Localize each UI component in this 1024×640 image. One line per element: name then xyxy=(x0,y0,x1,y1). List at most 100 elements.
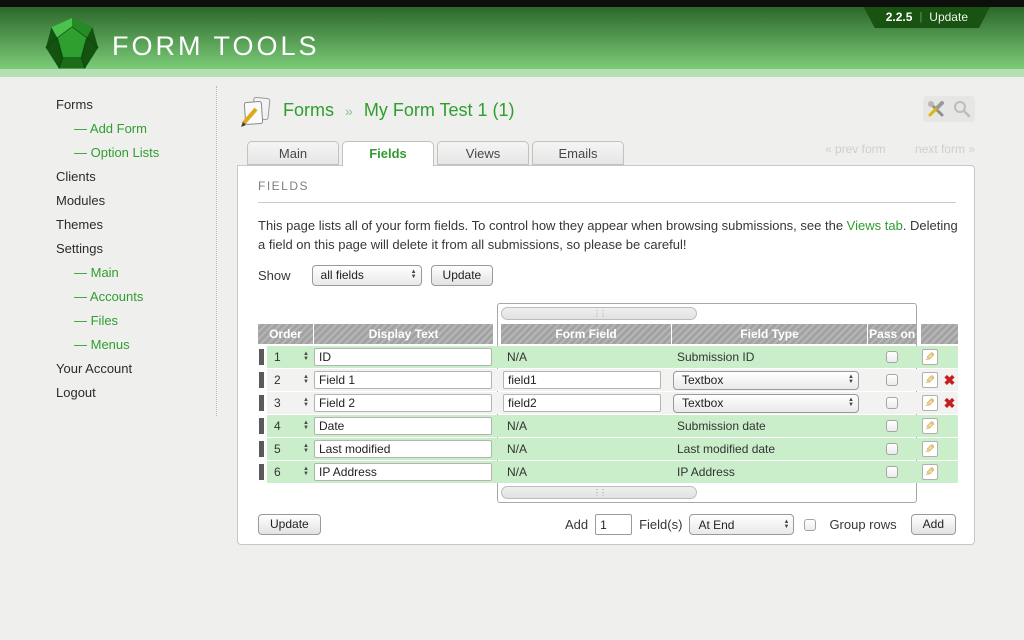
drag-handle[interactable] xyxy=(258,392,267,414)
display-text-input[interactable] xyxy=(314,348,492,366)
drag-handle[interactable] xyxy=(258,346,267,368)
table-header-row: Order Display Text Form Field Field Type… xyxy=(258,324,958,344)
edit-icon[interactable]: ✎ xyxy=(922,441,938,457)
pass-on-cell xyxy=(867,369,916,391)
edit-cell: ✎ xyxy=(921,369,939,391)
pass-on-checkbox[interactable] xyxy=(886,374,898,386)
sidebar-item-forms[interactable]: Forms xyxy=(56,98,216,111)
sidebar-item-accounts[interactable]: — Accounts xyxy=(56,290,216,303)
show-label: Show xyxy=(258,268,291,283)
delete-cell xyxy=(941,461,958,483)
group-rows-label: Group rows xyxy=(829,517,896,532)
tab-emails[interactable]: Emails xyxy=(532,141,624,165)
form-field-cell: N/A xyxy=(501,415,671,437)
field-type-value: Submission date xyxy=(677,419,766,433)
group-rows-checkbox[interactable] xyxy=(804,519,816,531)
sidebar-item-clients[interactable]: Clients xyxy=(56,170,216,183)
delete-cell xyxy=(941,438,958,460)
sidebar-item-modules[interactable]: Modules xyxy=(56,194,216,207)
display-text-input[interactable] xyxy=(314,417,492,435)
display-text-input[interactable] xyxy=(314,394,492,412)
table-update-button[interactable]: Update xyxy=(258,514,321,535)
pass-on-checkbox[interactable] xyxy=(886,351,898,363)
tools-icon[interactable] xyxy=(923,96,949,122)
sidebar-item-main[interactable]: — Main xyxy=(56,266,216,279)
form-field-input[interactable] xyxy=(503,371,661,389)
edit-icon[interactable]: ✎ xyxy=(922,349,938,365)
drag-handle[interactable] xyxy=(258,369,267,391)
delete-icon[interactable]: ✖ xyxy=(944,396,956,410)
pass-on-checkbox[interactable] xyxy=(886,420,898,432)
sort-arrows-icon[interactable]: ▲▼ xyxy=(303,467,309,477)
edit-form-icon xyxy=(239,96,275,128)
order-cell: 3 ▲▼ xyxy=(267,392,313,414)
tab-main[interactable]: Main xyxy=(247,141,339,165)
display-text-input[interactable] xyxy=(314,463,492,481)
sidebar-item-option-lists[interactable]: — Option Lists xyxy=(56,146,216,159)
tab-fields[interactable]: Fields xyxy=(342,141,434,166)
select-stepper-icon: ▲▼ xyxy=(848,398,854,408)
pass-on-checkbox[interactable] xyxy=(886,466,898,478)
display-text-input[interactable] xyxy=(314,371,492,389)
edit-icon[interactable]: ✎ xyxy=(922,395,938,411)
fields-table: Order Display Text Form Field Field Type… xyxy=(258,324,958,484)
add-position-select[interactable]: At End ▲▼ xyxy=(689,514,794,535)
sort-arrows-icon[interactable]: ▲▼ xyxy=(303,352,309,362)
sidebar-item-your-account[interactable]: Your Account xyxy=(56,362,216,375)
table-row: 1 ▲▼ N/A Submission ID ✎ xyxy=(258,346,958,368)
sort-arrows-icon[interactable]: ▲▼ xyxy=(303,398,309,408)
edit-cell: ✎ xyxy=(921,438,939,460)
table-row: 2 ▲▼ Textbox▲▼ ✎ ✖ xyxy=(258,369,958,391)
pass-on-checkbox[interactable] xyxy=(886,397,898,409)
edit-icon[interactable]: ✎ xyxy=(922,464,938,480)
form-field-cell: N/A xyxy=(501,346,671,368)
add-count-input[interactable] xyxy=(595,514,632,535)
edit-icon[interactable]: ✎ xyxy=(922,372,938,388)
form-field-input[interactable] xyxy=(503,394,661,412)
sort-arrows-icon[interactable]: ▲▼ xyxy=(303,444,309,454)
form-field-cell xyxy=(501,369,671,391)
sidebar-item-themes[interactable]: Themes xyxy=(56,218,216,231)
drag-handle[interactable] xyxy=(258,415,267,437)
scrollbar-handle-bottom[interactable]: ⋮⋮ xyxy=(501,486,697,499)
header-field-type: Field Type xyxy=(672,324,867,344)
search-icon[interactable] xyxy=(949,96,975,122)
header-form-field: Form Field xyxy=(501,324,671,344)
version-update-tab[interactable]: 2.2.5 | Update xyxy=(864,7,990,28)
next-form-link[interactable]: next form » xyxy=(915,142,975,156)
prev-form-link[interactable]: « prev form xyxy=(825,142,886,156)
sort-arrows-icon[interactable]: ▲▼ xyxy=(303,375,309,385)
order-value: 2 xyxy=(274,373,281,387)
sort-arrows-icon[interactable]: ▲▼ xyxy=(303,421,309,431)
order-cell: 5 ▲▼ xyxy=(267,438,313,460)
header-pass-on: Pass on xyxy=(868,324,916,344)
filter-row: Show all fields ▲▼ Update xyxy=(258,264,493,286)
sidebar-item-settings[interactable]: Settings xyxy=(56,242,216,255)
delete-icon[interactable]: ✖ xyxy=(944,373,956,387)
drag-handle-bar xyxy=(259,395,264,411)
add-fields-button[interactable]: Add xyxy=(911,514,956,535)
scrollbar-track-bottom[interactable]: ⋮⋮ xyxy=(501,486,913,499)
drag-handle[interactable] xyxy=(258,438,267,460)
sidebar-item-files[interactable]: — Files xyxy=(56,314,216,327)
show-fields-select[interactable]: all fields ▲▼ xyxy=(312,265,422,286)
filter-update-button[interactable]: Update xyxy=(431,265,494,286)
sidebar-item-logout[interactable]: Logout xyxy=(56,386,216,399)
update-link[interactable]: Update xyxy=(929,10,968,24)
edit-cell: ✎ xyxy=(921,392,939,414)
breadcrumb-forms-link[interactable]: Forms xyxy=(283,100,334,120)
field-type-select[interactable]: Textbox▲▼ xyxy=(673,371,859,390)
field-type-select[interactable]: Textbox▲▼ xyxy=(673,394,859,413)
pass-on-checkbox[interactable] xyxy=(886,443,898,455)
sidebar-nav: Forms — Add Form — Option Lists Clients Modu… xyxy=(0,86,217,416)
order-value: 6 xyxy=(274,465,281,479)
edit-icon[interactable]: ✎ xyxy=(922,418,938,434)
tab-views[interactable]: Views xyxy=(437,141,529,165)
display-text-input[interactable] xyxy=(314,440,492,458)
scrollbar-handle-top[interactable]: ⋮⋮ xyxy=(501,307,697,320)
drag-handle[interactable] xyxy=(258,461,267,483)
views-tab-link[interactable]: Views tab xyxy=(847,218,903,233)
scrollbar-track-top[interactable]: ⋮⋮ xyxy=(501,307,913,320)
sidebar-item-menus[interactable]: — Menus xyxy=(56,338,216,351)
sidebar-item-add-form[interactable]: — Add Form xyxy=(56,122,216,135)
